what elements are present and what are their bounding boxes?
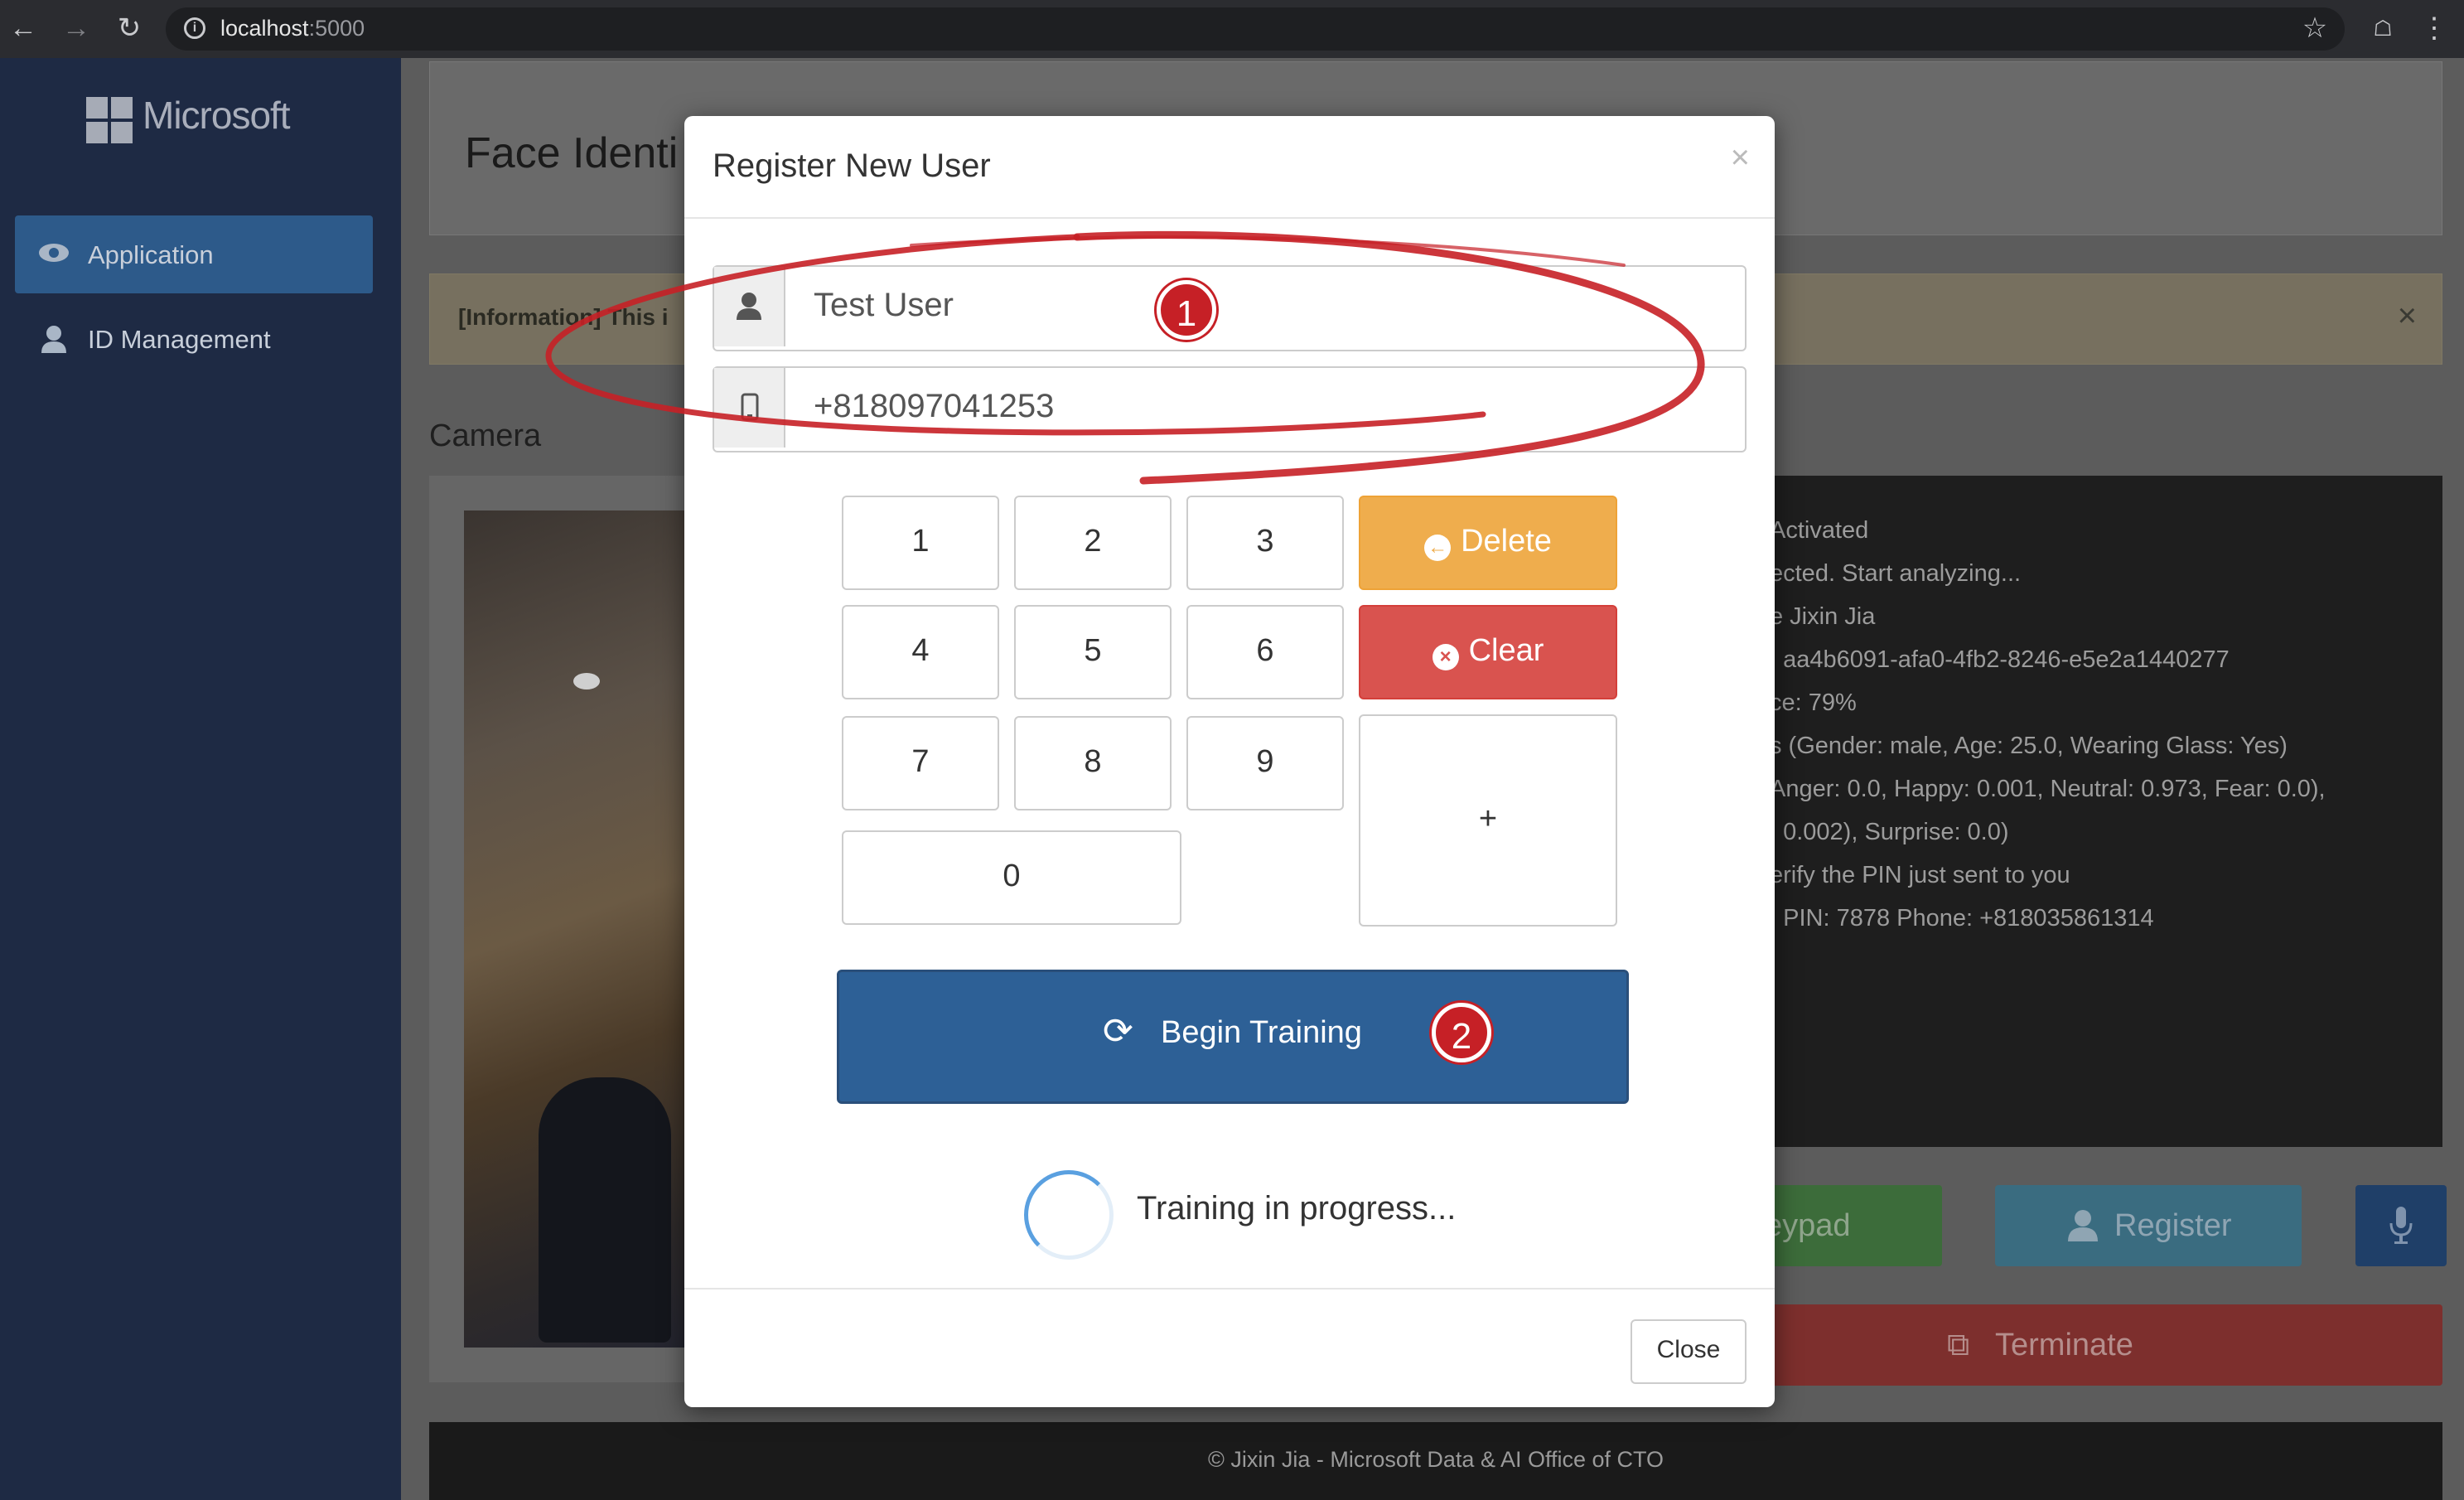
site-info-icon[interactable]: i xyxy=(184,17,205,39)
terminate-button[interactable]: ⧉ Terminate xyxy=(1748,1304,2442,1386)
sidebar-item-application[interactable]: Application xyxy=(15,215,373,293)
page-title: Face Identi xyxy=(465,129,679,177)
microphone-button[interactable] xyxy=(2355,1185,2447,1266)
delete-button[interactable]: ← Delete xyxy=(1359,496,1617,590)
log-panel: Activated ected. Start analyzing... e Ji… xyxy=(1748,476,2442,1147)
log-line: Activated xyxy=(1770,517,1869,544)
key-plus[interactable]: + xyxy=(1359,714,1617,927)
refresh-icon: ⟳ xyxy=(1103,1011,1133,1052)
log-line: ] PIN: 7878 Phone: +818035861314 xyxy=(1770,905,2154,931)
footer: © Jixin Jia - Microsoft Data & AI Office… xyxy=(429,1422,2442,1500)
modal-header-divider xyxy=(684,217,1775,219)
log-line: ected. Start analyzing... xyxy=(1770,560,2022,587)
info-text: [Information] This i xyxy=(458,304,669,330)
close-icon[interactable]: × xyxy=(1731,139,1750,177)
sidebar-item-label: ID Management xyxy=(88,325,271,354)
key-6[interactable]: 6 xyxy=(1186,605,1344,699)
log-line: ce: 79% xyxy=(1770,690,1857,716)
key-8[interactable]: 8 xyxy=(1014,716,1172,810)
phone-value: +818097041253 xyxy=(814,388,1055,424)
url-text: localhost:5000 xyxy=(220,16,365,41)
close-button[interactable]: Close xyxy=(1631,1319,1747,1384)
x-circle-icon: × xyxy=(1432,644,1459,670)
footer-text: © Jixin Jia - Microsoft Data & AI Office… xyxy=(1207,1447,1664,1472)
address-bar[interactable]: i localhost:5000 xyxy=(166,7,2345,51)
ceiling-light xyxy=(573,673,600,690)
modal-title: Register New User xyxy=(713,148,991,184)
user-icon xyxy=(714,267,785,346)
begin-training-button[interactable]: ⟳ Begin Training xyxy=(837,970,1629,1104)
sidebar-item-id-management[interactable]: ID Management xyxy=(15,302,373,380)
user-icon xyxy=(41,326,66,353)
name-value: Test User xyxy=(814,287,954,323)
key-3[interactable]: 3 xyxy=(1186,496,1344,590)
mobile-phone-icon xyxy=(714,368,785,448)
back-arrow-icon[interactable]: ← xyxy=(7,12,40,45)
key-1[interactable]: 1 xyxy=(842,496,999,590)
user-icon xyxy=(2068,1210,2098,1241)
log-line: erify the PIN just sent to you xyxy=(1770,862,2070,888)
phone-field[interactable]: +818097041253 xyxy=(713,366,1747,452)
keypad-button[interactable]: eypad xyxy=(1748,1185,1942,1266)
log-line: s (Gender: male, Age: 25.0, Wearing Glas… xyxy=(1770,733,2288,759)
log-line: e Jixin Jia xyxy=(1770,603,1876,630)
camera-heading: Camera xyxy=(429,419,542,453)
forward-arrow-icon[interactable]: → xyxy=(60,12,93,45)
microsoft-logo-icon xyxy=(86,97,133,143)
close-icon[interactable]: × xyxy=(2398,298,2417,335)
log-line: : aa4b6091-afa0-4fb2-8246-e5e2a1440277 xyxy=(1770,646,2230,673)
annotation-badge-1: 1 xyxy=(1157,280,1216,340)
clear-button[interactable]: × Clear xyxy=(1359,605,1617,699)
brand-name: Microsoft xyxy=(143,94,291,137)
bookmark-star-icon[interactable]: ☆ xyxy=(2298,12,2331,45)
reload-icon[interactable]: ↻ xyxy=(113,12,146,45)
key-7[interactable]: 7 xyxy=(842,716,999,810)
log-line: : 0.002), Surprise: 0.0) xyxy=(1770,819,2009,845)
log-line: Anger: 0.0, Happy: 0.001, Neutral: 0.973… xyxy=(1770,776,2326,802)
arrow-left-circle-icon: ← xyxy=(1424,535,1452,561)
loading-spinner-icon xyxy=(1024,1170,1114,1260)
name-field[interactable]: Test User xyxy=(713,265,1747,351)
annotation-badge-2: 2 xyxy=(1432,1003,1491,1062)
browser-toolbar: ← → ↻ i localhost:5000 ☆ ☖ ⋮ xyxy=(0,0,2464,58)
key-0[interactable]: 0 xyxy=(842,830,1181,925)
extensions-icon[interactable]: ☖ xyxy=(2366,12,2399,45)
key-5[interactable]: 5 xyxy=(1014,605,1172,699)
external-link-icon: ⧉ xyxy=(1947,1328,1970,1362)
microphone-icon xyxy=(2389,1207,2413,1244)
eye-icon xyxy=(39,244,69,262)
key-2[interactable]: 2 xyxy=(1014,496,1172,590)
key-4[interactable]: 4 xyxy=(842,605,999,699)
progress-text: Training in progress... xyxy=(1137,1190,1457,1227)
register-user-modal: Register New User × Test User +818097041… xyxy=(684,116,1775,1407)
sidebar-item-label: Application xyxy=(88,240,214,269)
person-silhouette xyxy=(539,1077,671,1343)
menu-kebab-icon[interactable]: ⋮ xyxy=(2418,12,2451,45)
key-9[interactable]: 9 xyxy=(1186,716,1344,810)
register-button[interactable]: Register xyxy=(1995,1185,2302,1266)
modal-footer-divider xyxy=(684,1288,1775,1290)
